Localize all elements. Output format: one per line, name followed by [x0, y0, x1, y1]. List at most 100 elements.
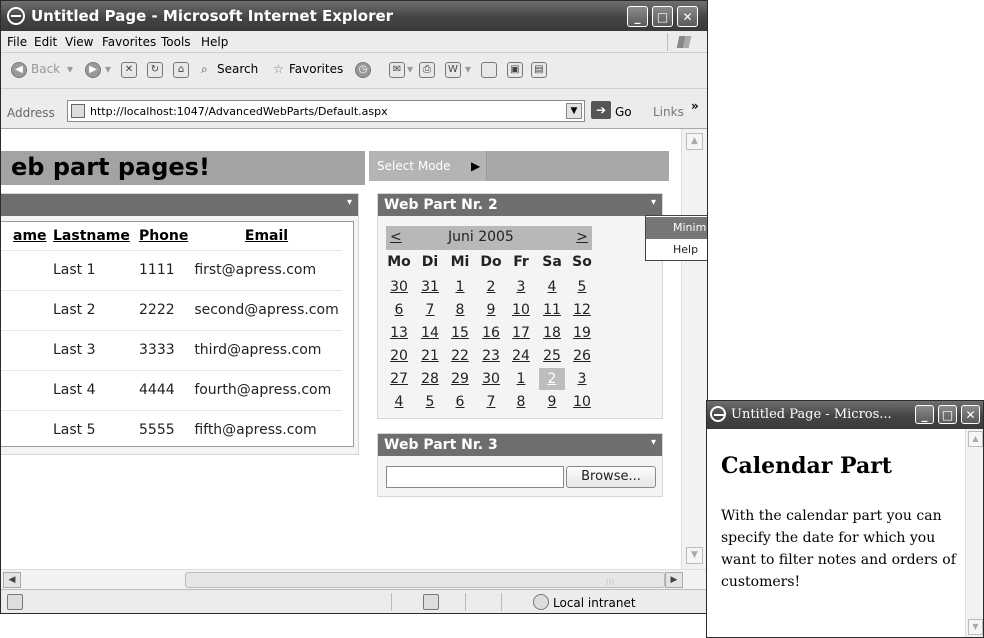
research-icon[interactable]: ▤: [531, 62, 547, 78]
mail-icon[interactable]: ✉: [389, 62, 405, 78]
mail-dropdown-icon[interactable]: ▾: [407, 62, 413, 76]
calendar-next-month[interactable]: >: [576, 229, 588, 245]
calendar-day[interactable]: 30: [386, 276, 412, 298]
calendar-day[interactable]: 8: [508, 391, 534, 413]
calendar-day[interactable]: 5: [569, 276, 595, 298]
horizontal-scrollbar[interactable]: ◀ ||| ▶: [1, 569, 707, 589]
calendar-day[interactable]: 25: [539, 345, 565, 367]
address-url[interactable]: http://localhost:1047/AdvancedWebParts/D…: [90, 105, 388, 118]
calendar-day[interactable]: 7: [478, 391, 504, 413]
address-input[interactable]: http://localhost:1047/AdvancedWebParts/D…: [67, 100, 585, 122]
stop-icon[interactable]: ✕: [121, 62, 137, 78]
print-icon[interactable]: ⎙: [419, 62, 435, 78]
scroll-right-icon[interactable]: ▶: [665, 572, 683, 588]
calendar-day[interactable]: 12: [569, 299, 595, 321]
menu-tools[interactable]: Tools: [161, 35, 191, 49]
favorites-star-icon[interactable]: ☆: [273, 62, 284, 76]
calendar-day[interactable]: 15: [447, 322, 473, 344]
calendar-day[interactable]: 16: [478, 322, 504, 344]
favorites-button[interactable]: Favorites: [289, 62, 343, 76]
calendar-day[interactable]: 14: [417, 322, 443, 344]
menu-file[interactable]: File: [7, 35, 27, 49]
calendar-day[interactable]: 4: [539, 276, 565, 298]
search-icon[interactable]: ⌕: [201, 62, 208, 77]
calendar-day[interactable]: 10: [569, 391, 595, 413]
forward-arrow-icon[interactable]: ▶: [85, 62, 101, 78]
popup-vertical-scrollbar[interactable]: ▲ ▼: [965, 429, 983, 637]
menu-favorites[interactable]: Favorites: [102, 35, 156, 49]
menu-edit[interactable]: Edit: [34, 35, 57, 49]
calendar-day[interactable]: 23: [478, 345, 504, 367]
popup-maximize-button[interactable]: □: [938, 405, 957, 424]
column-firstname[interactable]: ame: [1, 222, 50, 250]
address-dropdown-icon[interactable]: ▼: [566, 103, 582, 119]
calendar-day[interactable]: 2: [478, 276, 504, 298]
back-dropdown-icon[interactable]: ▾: [67, 62, 73, 76]
browse-button[interactable]: Browse...: [566, 466, 656, 488]
column-lastname[interactable]: Lastname: [50, 222, 136, 250]
calendar-day[interactable]: 9: [478, 299, 504, 321]
calendar-day[interactable]: 3: [508, 276, 534, 298]
scroll-down-icon[interactable]: ▼: [968, 619, 983, 635]
main-titlebar[interactable]: Untitled Page - Microsoft Internet Explo…: [1, 1, 707, 31]
calendar-day[interactable]: 1: [447, 276, 473, 298]
calendar-prev-month[interactable]: <: [390, 229, 402, 245]
menu-item-minimize[interactable]: Minimize: [646, 217, 707, 239]
scroll-thumb[interactable]: |||: [185, 572, 665, 588]
calendar-day[interactable]: 21: [417, 345, 443, 367]
column-email[interactable]: Email: [191, 222, 341, 250]
calendar-day[interactable]: 9: [539, 391, 565, 413]
calendar-day[interactable]: 30: [478, 368, 504, 390]
popup-minimize-button[interactable]: _: [915, 405, 934, 424]
links-label[interactable]: Links: [653, 105, 684, 119]
calendar-day[interactable]: 5: [417, 391, 443, 413]
forward-dropdown-icon[interactable]: ▾: [105, 62, 111, 76]
calendar-day[interactable]: 26: [569, 345, 595, 367]
menu-help[interactable]: Help: [201, 35, 228, 49]
web-part-3-verbs-icon[interactable]: ▾: [651, 437, 656, 448]
calendar-day[interactable]: 18: [539, 322, 565, 344]
calendar-day[interactable]: 4: [386, 391, 412, 413]
calendar-day[interactable]: 1: [508, 368, 534, 390]
calendar-day[interactable]: 13: [386, 322, 412, 344]
links-chevron-icon[interactable]: »: [691, 99, 699, 113]
calendar-day[interactable]: 6: [447, 391, 473, 413]
go-button[interactable]: Go: [615, 105, 632, 119]
history-icon[interactable]: ◷: [355, 62, 371, 78]
calendar-day[interactable]: 31: [417, 276, 443, 298]
calendar-day[interactable]: 3: [569, 368, 595, 390]
minimize-window-button[interactable]: _: [627, 6, 648, 27]
messenger-icon[interactable]: ▣: [507, 62, 523, 78]
close-window-button[interactable]: ✕: [677, 6, 698, 27]
menu-item-help[interactable]: Help: [646, 239, 707, 261]
calendar-day[interactable]: 8: [447, 299, 473, 321]
home-icon[interactable]: ⌂: [173, 62, 189, 78]
popup-close-button[interactable]: ✕: [961, 405, 980, 424]
web-part-1-verbs-icon[interactable]: ▾: [347, 197, 352, 208]
calendar-day[interactable]: 27: [386, 368, 412, 390]
calendar-day[interactable]: 17: [508, 322, 534, 344]
calendar-day[interactable]: 22: [447, 345, 473, 367]
calendar-day[interactable]: 6: [386, 299, 412, 321]
go-arrow-icon[interactable]: ➔: [591, 101, 611, 119]
select-mode-button[interactable]: Select Mode ▶: [369, 151, 487, 181]
edit-word-icon[interactable]: W: [445, 62, 461, 78]
calendar-day[interactable]: 28: [417, 368, 443, 390]
maximize-window-button[interactable]: □: [652, 6, 673, 27]
column-phone[interactable]: Phone: [136, 222, 191, 250]
menu-view[interactable]: View: [65, 35, 93, 49]
scroll-up-icon[interactable]: ▲: [968, 431, 983, 447]
search-button[interactable]: Search: [217, 62, 258, 76]
popup-titlebar[interactable]: Untitled Page - Micros... _ □ ✕: [707, 401, 983, 429]
file-path-input[interactable]: [386, 466, 564, 488]
calendar-day[interactable]: 19: [569, 322, 595, 344]
calendar-day[interactable]: 10: [508, 299, 534, 321]
vertical-scrollbar[interactable]: ▲ ▼: [681, 129, 707, 569]
calendar-day[interactable]: 24: [508, 345, 534, 367]
calendar-day[interactable]: 20: [386, 345, 412, 367]
scroll-left-icon[interactable]: ◀: [3, 572, 21, 588]
scroll-up-icon[interactable]: ▲: [686, 133, 703, 150]
edit-dropdown-icon[interactable]: ▾: [465, 62, 471, 76]
back-button[interactable]: Back: [31, 62, 60, 76]
calendar-day[interactable]: 29: [447, 368, 473, 390]
